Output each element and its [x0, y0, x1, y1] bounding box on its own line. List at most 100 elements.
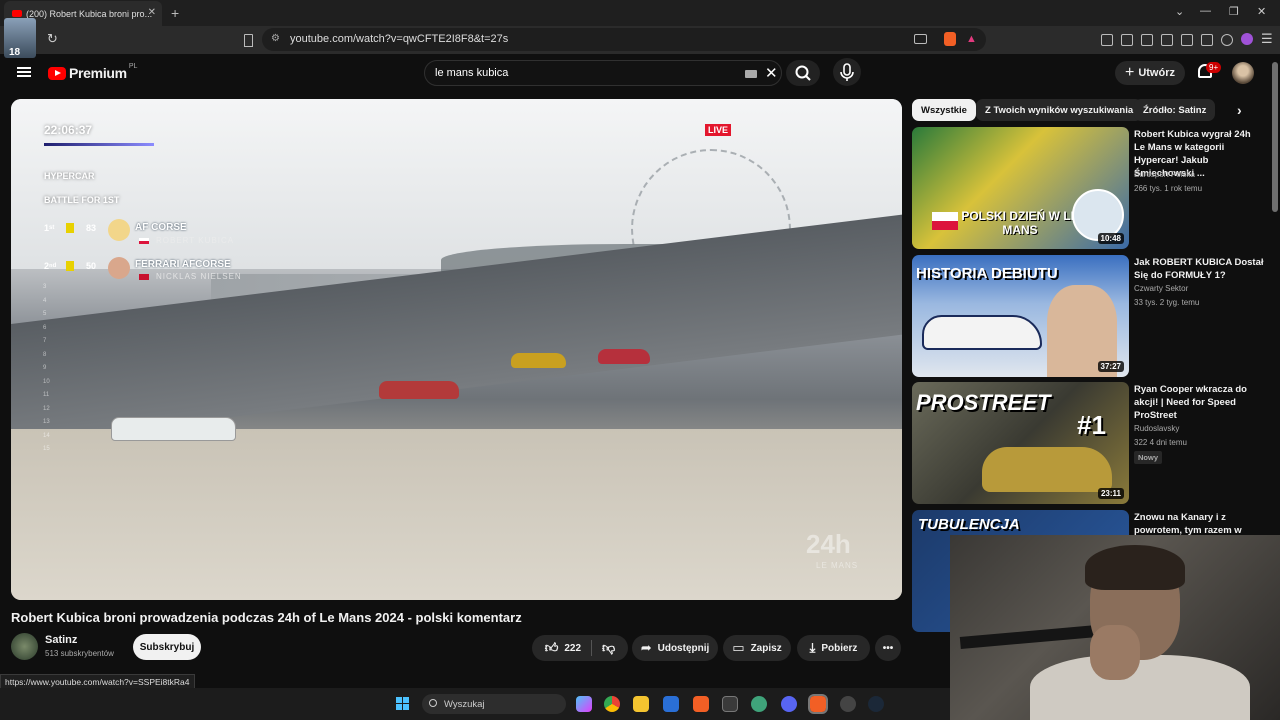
recommendation-item[interactable]: POLSKI DZIEŃ W LE MANS 10:48 Robert Kubi… [912, 127, 1272, 249]
new-tab-button[interactable]: + [171, 5, 179, 21]
like-count[interactable]: 222 [564, 643, 581, 654]
chip-all[interactable]: Wszystkie [912, 99, 976, 121]
more-actions-button[interactable]: ••• [875, 635, 901, 661]
discord-icon[interactable] [781, 696, 797, 712]
standings-list: 3 4 5 6 7 8 9 10 11 12 13 14 15 [43, 284, 93, 460]
vpn-icon[interactable] [1221, 34, 1233, 46]
search-input[interactable]: le mans kubica [435, 67, 508, 79]
row2-number: 50 [86, 261, 97, 271]
brave-shield-icon[interactable] [944, 32, 956, 46]
download-button[interactable]: ⤓ Pobierz [797, 635, 870, 661]
save-icon: ▭ [732, 640, 745, 655]
brave-icon[interactable] [693, 696, 709, 712]
video-car-yellow [511, 353, 566, 368]
recommendation-item[interactable]: PROSTREET #1 23:11 Ryan Cooper wkracza d… [912, 382, 1272, 504]
recommendation-title[interactable]: Znowu na Kanary i z powrotem, tym razem … [1134, 511, 1264, 537]
tab-list-chevron-icon[interactable]: ⌄ [1175, 5, 1184, 18]
standing-pos: 15 [43, 446, 50, 452]
like-icon[interactable]: 👍︎ [545, 640, 559, 656]
recommendation-channel[interactable]: Czwarty Sektor [1134, 284, 1188, 293]
maximize-button[interactable]: ❐ [1229, 5, 1239, 18]
new-badge: Nowy [1134, 451, 1163, 464]
hamburger-menu-icon[interactable] [17, 67, 31, 77]
chip-from-search[interactable]: Z Twoich wyników wyszukiwania [976, 99, 1143, 121]
globe-app-icon[interactable] [751, 696, 767, 712]
recommendation-title[interactable]: Jak ROBERT KUBICA Dostał Się do FORMUŁY … [1134, 256, 1264, 282]
standing-pos: 12 [43, 405, 50, 412]
search-button[interactable] [786, 60, 820, 86]
sidebar-icon[interactable] [1161, 34, 1173, 46]
more-icon: ••• [882, 642, 894, 654]
menu-icon[interactable]: ☰ [1261, 31, 1273, 47]
recommendation-channel[interactable]: Rudoslavsky [1134, 424, 1179, 433]
share-button[interactable]: ➦ Udostępnij [632, 635, 718, 661]
account-avatar[interactable] [1232, 62, 1254, 84]
webcam-overlay [950, 535, 1280, 720]
bookmark-icon[interactable] [244, 34, 253, 47]
recommendation-title[interactable]: Ryan Cooper wkracza do akcji! | Need for… [1134, 383, 1264, 422]
chrome-icon[interactable] [604, 696, 620, 712]
download-label: Pobierz [821, 642, 858, 654]
leo-icon[interactable] [1201, 34, 1213, 46]
site-info-icon[interactable]: ⚙ [271, 33, 280, 44]
youtube-play-icon [48, 66, 66, 80]
recommendation-channel[interactable]: Eurosport Polska [1134, 170, 1195, 179]
recommendation-thumbnail[interactable]: POLSKI DZIEŃ W LE MANS 10:48 [912, 127, 1129, 249]
create-label: Utwórz [1138, 67, 1175, 79]
keyboard-icon[interactable] [745, 70, 757, 78]
subscribe-button[interactable]: Subskrybuj [133, 634, 201, 660]
extension-icon[interactable] [1101, 34, 1113, 46]
avatar-label: 18 [9, 47, 21, 58]
reload-icon[interactable]: ↻ [47, 31, 58, 47]
cast-icon[interactable] [914, 34, 927, 44]
microsoft-store-icon[interactable] [663, 696, 679, 712]
create-button[interactable]: + Utwórz [1115, 61, 1185, 85]
address-bar[interactable]: ⚙ youtube.com/watch?v=qwCFTE2I8F8&t=27s [262, 28, 986, 51]
share-label: Udostępnij [657, 642, 710, 654]
minimize-button[interactable]: — [1200, 5, 1211, 17]
puzzle-icon[interactable] [1121, 34, 1133, 46]
recommendation-item[interactable]: HISTORIA DEBIUTU 37:27 Jak ROBERT KUBICA… [912, 255, 1272, 377]
video-player[interactable]: 22:06:37 HYPERCAR BATTLE FOR 1ST 1ˢᵗ 83 … [11, 99, 902, 600]
dislike-icon[interactable]: 👎︎ [602, 640, 615, 656]
standing-pos: 3 [43, 284, 47, 290]
standing-pos: 10 [43, 378, 50, 385]
video-car-red-2 [598, 349, 650, 364]
voice-search-button[interactable] [833, 58, 861, 86]
clear-search-icon[interactable]: ✕ [765, 64, 778, 82]
tab-close-icon[interactable]: ✕ [148, 7, 156, 18]
poland-flag-thumb-icon [932, 212, 958, 230]
ferrari-logo-icon-2 [66, 261, 74, 271]
app-a-icon[interactable] [722, 696, 738, 712]
recommendation-thumbnail[interactable]: HISTORIA DEBIUTU 37:27 [912, 255, 1129, 377]
brave-rewards-icon[interactable]: ▲ [966, 33, 977, 45]
windows-start-icon[interactable] [396, 697, 410, 711]
wallet-icon[interactable] [1181, 34, 1193, 46]
webcam-person-hair [1085, 545, 1185, 590]
profile-icon[interactable] [1241, 33, 1253, 45]
standing-pos: 13 [43, 419, 50, 425]
obs-icon[interactable] [840, 696, 856, 712]
channel-name[interactable]: Satinz [45, 634, 77, 646]
save-button[interactable]: ▭ Zapisz [723, 635, 791, 661]
steam-icon[interactable] [868, 696, 884, 712]
channel-avatar[interactable] [11, 633, 38, 660]
chips-next-chevron-icon[interactable]: › [1237, 102, 1242, 118]
le-mans-watermark-sub: LE MANS [816, 561, 859, 570]
recommendation-thumbnail[interactable]: PROSTREET #1 23:11 [912, 382, 1129, 504]
media-icon[interactable] [1141, 34, 1153, 46]
youtube-logo[interactable]: Premium PL [48, 63, 137, 81]
search-box[interactable]: le mans kubica ✕ [424, 60, 782, 86]
standing-pos: 7 [43, 338, 47, 344]
copilot-icon[interactable] [576, 696, 592, 712]
taskbar-search[interactable]: Wyszukaj [422, 694, 566, 714]
row1-driver-photo [108, 219, 130, 241]
search-icon [795, 65, 811, 81]
page-scrollbar[interactable] [1272, 62, 1278, 212]
close-window-button[interactable]: ✕ [1257, 5, 1266, 18]
file-explorer-icon[interactable] [633, 696, 649, 712]
le-mans-watermark: 24h [806, 529, 851, 559]
standing-pos: 8 [43, 351, 47, 358]
chip-source[interactable]: Źródło: Satinz [1134, 99, 1216, 121]
brave-active-icon[interactable] [808, 694, 828, 714]
